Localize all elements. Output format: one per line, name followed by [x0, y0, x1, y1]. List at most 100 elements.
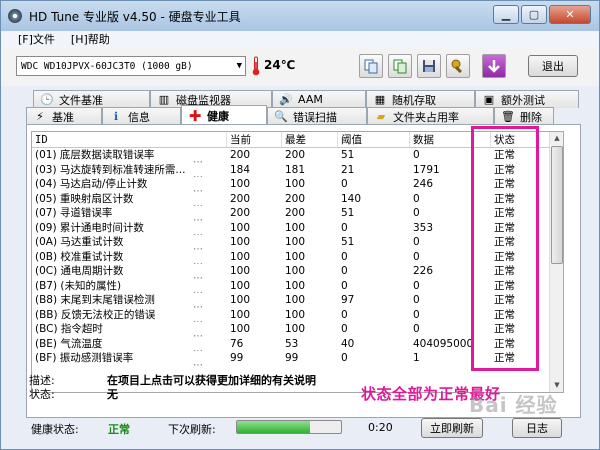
scroll-thumb[interactable] [551, 146, 563, 264]
copy-all-button[interactable] [388, 54, 412, 78]
description-label: 描述: [29, 374, 55, 387]
copy-info-button[interactable] [359, 54, 383, 78]
worst-value: 100 [285, 279, 306, 292]
menu-help[interactable]: [H]帮助 [71, 31, 110, 48]
download-button[interactable] [482, 54, 506, 78]
current-value: 100 [230, 265, 251, 277]
vertical-scrollbar[interactable]: ▲ ▼ [549, 132, 563, 392]
status-value: 无 [107, 388, 118, 401]
current-value: 100 [230, 279, 251, 292]
health-status-label: 健康状态: [31, 423, 79, 436]
threshold-value: 0 [341, 178, 348, 190]
maximize-button[interactable]: ▢ [521, 5, 547, 24]
worst-value: 100 [285, 236, 306, 248]
tab-info[interactable]: ℹ 信息 [102, 107, 181, 125]
worst-value: 100 [285, 308, 306, 321]
tab-random-access[interactable]: ▦ 随机存取 [366, 90, 475, 108]
copy-all-icon [393, 59, 407, 74]
red-cross-icon: ✚ [188, 106, 202, 125]
smart-attribute-name: (B7) (未知的属性)... [35, 279, 204, 294]
smart-attribute-name: (05) 重映射扇区计数... [35, 192, 204, 207]
tab-file-benchmark[interactable]: 🕒 文件基准 [33, 90, 150, 108]
file-benchmark-icon: 🕒 [40, 93, 54, 106]
drive-select[interactable]: WDC WD10JPVX-60JC3T0 (1000 gB) ▼ [16, 56, 246, 76]
toolbar: WDC WD10JPVX-60JC3T0 (1000 gB) ▼ 24℃ 退出 [1, 48, 599, 86]
smart-attribute-name: (07) 寻道错误率... [35, 207, 204, 221]
header-id[interactable]: ID [32, 132, 227, 147]
current-value: 184 [230, 163, 251, 176]
tabs-row-bottom: ⚡ 基准 ℹ 信息 ✚ 健康 🔍 错误扫描 ▰ 文件夹占用率 🗑 删除 [26, 105, 554, 125]
chevron-down-icon[interactable]: ▼ [237, 61, 242, 71]
save-button[interactable] [417, 54, 441, 78]
threshold-value: 21 [341, 163, 355, 176]
tab-benchmark[interactable]: ⚡ 基准 [26, 107, 102, 125]
worst-value: 181 [285, 163, 306, 176]
chip-icon: ▣ [483, 93, 495, 106]
tab-label: 信息 [128, 110, 150, 124]
header-current[interactable]: 当前 [227, 132, 282, 147]
tab-error-scan[interactable]: 🔍 错误扫描 [267, 107, 367, 125]
minimize-button[interactable]: ▁ [493, 5, 519, 24]
scroll-up-arrow-icon[interactable]: ▲ [551, 132, 563, 145]
bar-chart-icon: ▥ [158, 93, 170, 106]
tab-label: 文件夹占用率 [393, 110, 459, 124]
worst-value: 100 [285, 250, 306, 263]
current-value: 100 [230, 250, 251, 263]
smart-attribute-name: (09) 累计通电时间计数... [35, 221, 204, 236]
folder-icon: ▰ [376, 110, 386, 123]
threshold-value: 51 [341, 149, 355, 161]
threshold-value: 0 [341, 308, 348, 321]
current-value: 200 [230, 207, 251, 219]
refresh-progress-fill [237, 421, 310, 433]
next-refresh-label: 下次刷新: [168, 423, 216, 436]
hdtune-app-icon [8, 9, 22, 23]
refresh-timer: 0:20 [368, 421, 393, 434]
current-value: 100 [230, 294, 251, 306]
current-value: 100 [230, 178, 251, 190]
tab-erase[interactable]: 🗑 删除 [494, 107, 554, 125]
speaker-icon: 🔊 [279, 93, 293, 106]
health-status-value: 正常 [108, 423, 130, 436]
exit-button[interactable]: 退出 [528, 55, 578, 77]
tab-label: AAM [298, 93, 323, 106]
worst-value: 100 [285, 265, 306, 277]
header-worst[interactable]: 最差 [282, 132, 338, 147]
description-value: 在项目上点击可以获得更加详细的有关说明 [107, 374, 316, 387]
smart-attribute-name: (BC) 指令超时... [35, 323, 204, 337]
title-bar[interactable]: HD Tune 专业版 v4.50 - 硬盘专业工具 ▁ ▢ ✕ [1, 1, 599, 31]
menu-bar: [F]文件 [H]帮助 [1, 31, 599, 48]
log-button[interactable]: 日志 [512, 418, 562, 438]
smart-attribute-name: (B8) 末尾到末尾错误检测... [35, 294, 204, 308]
drive-select-value: WDC WD10JPVX-60JC3T0 (1000 gB) [21, 60, 193, 72]
tab-label: 文件基准 [59, 93, 103, 107]
smart-attribute-name: (04) 马达启动/停止计数... [35, 178, 204, 192]
wrench-icon [451, 59, 462, 74]
tab-label: 随机存取 [392, 93, 436, 107]
options-button[interactable] [446, 54, 470, 78]
tab-health[interactable]: ✚ 健康 [181, 105, 267, 125]
menu-file[interactable]: [F]文件 [18, 31, 55, 48]
worst-value: 53 [285, 337, 299, 350]
refresh-now-button[interactable]: 立即刷新 [421, 418, 483, 438]
window-title: HD Tune 专业版 v4.50 - 硬盘专业工具 [29, 9, 241, 24]
close-button[interactable]: ✕ [549, 5, 591, 24]
worst-value: 100 [285, 221, 306, 234]
threshold-value: 0 [341, 265, 348, 277]
current-value: 100 [230, 236, 251, 248]
thermometer-icon [252, 56, 260, 76]
threshold-value: 40 [341, 337, 355, 350]
worst-value: 200 [285, 192, 306, 205]
grid-icon: ▦ [374, 93, 386, 106]
app-window: HD Tune 专业版 v4.50 - 硬盘专业工具 ▁ ▢ ✕ [F]文件 [… [0, 0, 600, 450]
header-threshold[interactable]: 阈值 [338, 132, 410, 147]
current-value: 200 [230, 192, 251, 205]
copy-icon [364, 59, 378, 74]
worst-value: 99 [285, 352, 299, 364]
tabs-row-top: 🕒 文件基准 ▥ 磁盘监视器 🔊 AAM ▦ 随机存取 ▣ 额外测试 [33, 90, 579, 108]
tab-aam[interactable]: 🔊 AAM [272, 90, 366, 108]
tab-folder-usage[interactable]: ▰ 文件夹占用率 [367, 107, 494, 125]
temperature-readout: 24℃ [264, 58, 296, 72]
smart-attribute-name: (03) 马达旋转到标准转速所需...... [35, 163, 204, 178]
current-value: 99 [230, 352, 244, 364]
tab-extra-tests[interactable]: ▣ 额外测试 [475, 90, 579, 108]
